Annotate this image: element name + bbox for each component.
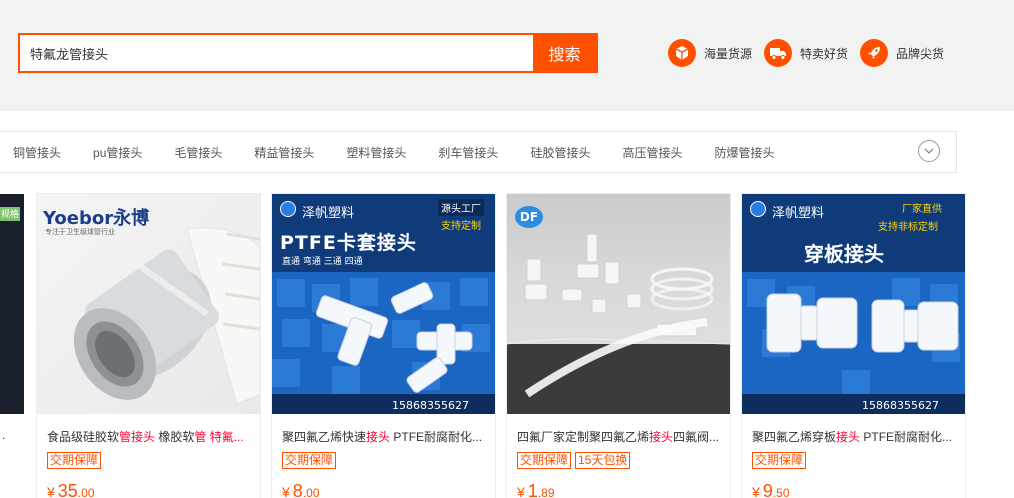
product-title[interactable]: 四氟厂家定制聚四氟乙烯接头四氟阀... [517,428,722,445]
steel-fitting-illustration [73,227,260,405]
rocket-icon [860,39,889,67]
service-tag: 交期保障 [752,452,807,469]
product-card[interactable]: 泽帆塑料 源头工厂 支持定制 PTFE卡套接头 直通 弯通 三通 四通 1586… [271,193,496,498]
product-price: ¥8.00 [282,481,320,498]
chevron-down-icon [924,148,934,154]
image-badge: 源头工厂 [438,199,484,216]
product-title[interactable]: 聚四氟乙烯快速接头 PTFE耐腐耐化... [282,428,487,445]
image-brand: 泽帆塑料 [772,206,825,221]
service-tag: 交期保障 [47,452,102,469]
category-item[interactable]: 硅胶管接头 [514,144,606,161]
ptfe-fittings-illustration [507,233,730,414]
partial-product-title: . [2,428,6,442]
brand-logo [280,201,296,217]
image-phone: 15868355627 [392,399,469,412]
category-item[interactable]: 塑料管接头 [330,144,422,161]
image-phone: 15868355627 [862,399,939,412]
category-item[interactable]: 精益管接头 [238,144,330,161]
image-badge: 支持非标定制 [878,222,938,233]
product-tags: 交期保障 [47,452,105,469]
category-item[interactable]: 铜管接头 [0,144,77,161]
product-image: DF [507,194,730,414]
image-badge: 厂家直供 [902,204,942,215]
category-item[interactable]: pu管接头 [77,144,158,161]
product-price: ¥35.00 [47,481,95,498]
product-image: Yoebor永博 专注于卫生级球管行业 [37,194,260,414]
feature-bulk-supply[interactable]: 海量货源 [668,39,752,67]
search-box: 搜索 [18,33,598,73]
category-item[interactable]: 刹车管接头 [422,144,514,161]
feature-special-sale[interactable]: 特卖好货 [764,39,848,67]
feature-links: 海量货源 特卖好货 品牌尖货 [668,38,956,68]
image-subline: 直通 弯通 三通 四通 [282,257,363,267]
product-tags: 交期保障 15天包换 [517,452,634,469]
product-tags: 交期保障 [282,452,340,469]
category-item[interactable]: 高压管接头 [606,144,698,161]
product-image: 泽帆塑料 厂家直供 支持非标定制 穿板接头 15868355627 [742,194,965,414]
product-title[interactable]: 聚四氟乙烯穿板接头 PTFE耐腐耐化... [752,428,957,445]
feature-brand-picks[interactable]: 品牌尖货 [860,39,944,67]
image-badge: 支持定制 [441,221,481,232]
image-headline: PTFE卡套接头 [280,232,417,254]
product-price: ¥9.50 [752,481,790,498]
product-price: ¥1.89 [517,481,555,498]
feature-label: 品牌尖货 [896,46,945,61]
partial-product-image[interactable] [0,194,24,414]
box-icon [668,39,696,67]
image-brand: 泽帆塑料 [302,206,355,221]
search-button[interactable]: 搜索 [533,35,596,71]
service-tag: 交期保障 [282,452,337,469]
top-search-bar: 搜索 海量货源 特卖好货 品牌尖货 [0,0,1014,111]
image-headline: 穿板接头 [804,242,884,266]
partial-product-tag: 规格 [0,207,20,221]
image-brand: DF [515,206,543,228]
feature-label: 特卖好货 [800,46,849,61]
service-tag: 交期保障 [517,452,572,469]
truck-icon [764,39,793,67]
product-card[interactable]: DF 四氟厂家定制聚四氟乙烯接头四氟阀... 交期保障 15天包换 ¥1.89 [506,193,731,498]
product-title[interactable]: 食品级硅胶软管接头 橡胶软管 特氟... [47,428,252,445]
product-image: 泽帆塑料 源头工厂 支持定制 PTFE卡套接头 直通 弯通 三通 四通 1586… [272,194,495,414]
brand-logo [750,201,766,217]
product-tags: 交期保障 [752,452,810,469]
category-item[interactable]: 防爆管接头 [698,144,790,161]
category-item[interactable]: 毛管接头 [158,144,238,161]
category-list: 铜管接头 pu管接头 毛管接头 精益管接头 塑料管接头 刹车管接头 硅胶管接头 … [0,132,790,172]
feature-label: 海量货源 [704,46,753,61]
category-bar: 铜管接头 pu管接头 毛管接头 精益管接头 塑料管接头 刹车管接头 硅胶管接头 … [0,131,957,173]
search-input[interactable] [20,35,534,71]
product-card[interactable]: Yoebor永博 专注于卫生级球管行业 食品级硅胶软管接头 橡胶软管 特氟...… [36,193,261,498]
product-card[interactable]: 泽帆塑料 厂家直供 支持非标定制 穿板接头 15868355627 聚四氟乙烯穿… [741,193,966,498]
service-tag: 15天包换 [575,452,631,469]
expand-categories-button[interactable] [918,140,940,162]
